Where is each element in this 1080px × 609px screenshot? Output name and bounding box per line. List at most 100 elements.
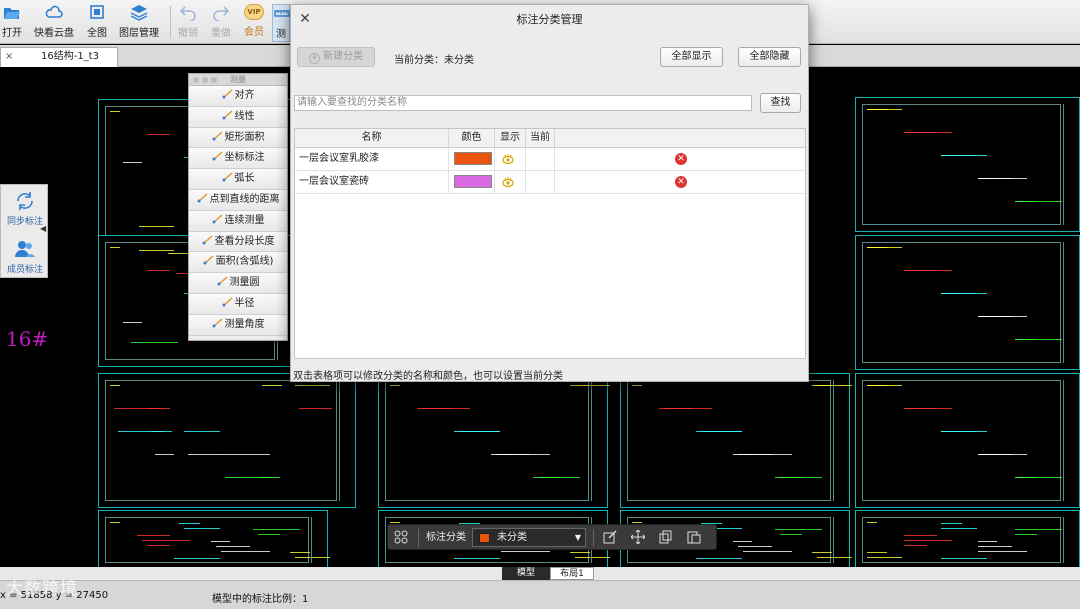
category-table: 名称 颜色 显示 当前 一层会议室乳胶漆 ✕ 一层会议室瓷砖 ✕ bbox=[294, 128, 806, 359]
measure-item-8[interactable]: 查看分段长度 bbox=[189, 231, 287, 253]
measure-button[interactable]: 测 bbox=[272, 4, 290, 42]
drawing-sheet bbox=[98, 373, 356, 508]
eye-visible-icon[interactable] bbox=[502, 177, 514, 188]
measure-item-1[interactable]: 对齐 bbox=[189, 86, 287, 107]
measure-item-label: 线性 bbox=[234, 110, 255, 122]
layers-icon bbox=[130, 5, 148, 21]
radius-icon bbox=[222, 295, 233, 307]
status-bar: x = 51858 y = 27450 模型中的标注比例：1 bbox=[0, 580, 1080, 609]
measure-item-3[interactable]: 矩形面积 bbox=[189, 127, 287, 149]
paste-icon[interactable] bbox=[686, 530, 702, 546]
category-color-cell[interactable] bbox=[449, 171, 495, 193]
drawing-sheet bbox=[855, 510, 1080, 567]
undo-button[interactable]: 撤销 bbox=[177, 4, 199, 42]
measure-item-label: 坐标标注 bbox=[224, 152, 265, 164]
search-button[interactable]: 查找 bbox=[760, 93, 801, 113]
annotation-category-dialog: 标注分类管理 ✕ + 新建分类 当前分类：未分类 全部显示 全部隐藏 请输入要查… bbox=[290, 4, 809, 382]
column-header-color: 颜色 bbox=[449, 129, 495, 148]
color-swatch[interactable] bbox=[454, 175, 492, 188]
segment-length-icon bbox=[202, 233, 213, 245]
document-tab[interactable]: × 16结构-1_t3 bbox=[0, 47, 118, 67]
tab-title: 16结构-1_t3 bbox=[41, 51, 99, 62]
category-color-cell[interactable] bbox=[449, 148, 495, 170]
measure-item-7[interactable]: 连续测量 bbox=[189, 210, 287, 232]
measure-item-label: 对齐 bbox=[234, 90, 255, 101]
table-row[interactable]: 一层会议室乳胶漆 ✕ bbox=[295, 148, 805, 171]
arc-length-icon bbox=[222, 170, 233, 182]
tab-close-icon[interactable]: × bbox=[5, 48, 13, 66]
tab-layout1[interactable]: 布局1 bbox=[550, 567, 594, 580]
layer-manager-button[interactable]: 图层管理 bbox=[119, 4, 159, 42]
close-icon[interactable]: ✕ bbox=[297, 11, 313, 27]
measure-item-10[interactable]: 测量圆 bbox=[189, 273, 287, 294]
measure-item-label: 弧长 bbox=[234, 173, 255, 185]
category-select[interactable]: 未分类 ▼ bbox=[472, 528, 586, 547]
current-category-value: 未分类 bbox=[444, 55, 474, 66]
tab-model[interactable]: 模型 bbox=[502, 567, 550, 580]
delete-category-icon[interactable]: ✕ bbox=[675, 153, 687, 165]
member-annotation-button[interactable]: 成员标注 bbox=[1, 239, 49, 275]
members-icon bbox=[15, 241, 35, 257]
point-line-distance-icon bbox=[197, 191, 208, 203]
edit-icon[interactable] bbox=[602, 530, 618, 546]
window-minimize-dot[interactable] bbox=[202, 77, 208, 83]
grid-menu-icon[interactable] bbox=[393, 530, 409, 546]
vip-button[interactable]: VIP 会员 bbox=[243, 4, 265, 42]
eye-visible-icon[interactable] bbox=[502, 154, 514, 165]
measure-panel-titlebar[interactable]: 测量 bbox=[189, 74, 287, 86]
measure-item-11[interactable]: 半径 bbox=[189, 293, 287, 315]
drawing-sheet bbox=[855, 235, 1080, 370]
redo-icon bbox=[213, 6, 230, 21]
color-swatch[interactable] bbox=[454, 152, 492, 165]
dropdown-arrow-icon: ▼ bbox=[574, 533, 581, 542]
category-name-cell[interactable]: 一层会议室瓷砖 bbox=[295, 171, 449, 193]
current-cell[interactable] bbox=[526, 148, 555, 170]
measure-item-label: 测量角度 bbox=[224, 318, 265, 330]
category-search-input[interactable]: 请输入要查找的分类名称 bbox=[294, 95, 752, 111]
cloud-disk-button[interactable]: 快看云盘 bbox=[34, 4, 74, 42]
measure-item-label: 面积(含弧线) bbox=[215, 256, 274, 268]
column-header-visible: 显示 bbox=[495, 129, 526, 148]
new-category-label: 新建分类 bbox=[323, 51, 364, 62]
measure-item-label: 测量圆 bbox=[229, 277, 260, 289]
undo-icon bbox=[179, 6, 196, 21]
table-row[interactable]: 一层会议室瓷砖 ✕ bbox=[295, 171, 805, 194]
measure-item-12[interactable]: 测量角度 bbox=[189, 314, 287, 336]
redo-button[interactable]: 重做 bbox=[210, 4, 232, 42]
current-cell[interactable] bbox=[526, 171, 555, 193]
collapse-panel-icon[interactable]: ◀ bbox=[40, 224, 48, 238]
measure-item-5[interactable]: 弧长 bbox=[189, 169, 287, 190]
visibility-cell[interactable] bbox=[495, 148, 526, 170]
window-close-dot[interactable] bbox=[193, 77, 199, 83]
watermark-text: 大数跨境 bbox=[6, 579, 78, 599]
open-button[interactable]: 打开 bbox=[1, 4, 23, 42]
measure-circle-icon bbox=[217, 274, 228, 286]
dialog-hint: 双击表格项可以修改分类的名称和颜色，也可以设置当前分类 bbox=[293, 371, 563, 382]
copy-icon[interactable] bbox=[658, 530, 674, 546]
delete-category-icon[interactable]: ✕ bbox=[675, 176, 687, 188]
measure-item-6[interactable]: 点到直线的距离 bbox=[189, 189, 287, 211]
table-header: 名称 颜色 显示 当前 bbox=[295, 129, 805, 148]
fit-view-button[interactable]: 全图 bbox=[86, 4, 108, 42]
visibility-cell[interactable] bbox=[495, 171, 526, 193]
show-all-button[interactable]: 全部显示 bbox=[660, 47, 723, 67]
drawing-sheet bbox=[855, 373, 1080, 508]
measure-item-4[interactable]: 坐标标注 bbox=[189, 148, 287, 170]
measure-panel: 测量 对齐线性矩形面积坐标标注弧长点到直线的距离 连续测量 查看分段长度面积(含弧线… bbox=[188, 73, 288, 341]
fit-view-icon bbox=[90, 5, 104, 19]
measure-item-9[interactable]: 面积(含弧线) bbox=[189, 252, 287, 274]
move-icon[interactable] bbox=[630, 529, 646, 546]
drawing-sheet bbox=[855, 97, 1080, 232]
canvas-annotation-text: 16# bbox=[6, 327, 49, 351]
toolbar-divider bbox=[170, 6, 171, 38]
rect-area-icon bbox=[212, 129, 223, 141]
window-zoom-dot[interactable] bbox=[211, 77, 217, 83]
measure-item-2[interactable]: 线性 bbox=[189, 106, 287, 128]
sync-annotation-button[interactable]: 同步标注 bbox=[1, 191, 49, 227]
measure-item-label: 半径 bbox=[234, 297, 255, 309]
hide-all-button[interactable]: 全部隐藏 bbox=[738, 47, 801, 67]
new-category-button[interactable]: + 新建分类 bbox=[297, 47, 375, 67]
category-name-cell[interactable]: 一层会议室乳胶漆 bbox=[295, 148, 449, 170]
current-category: 当前分类：未分类 bbox=[394, 51, 474, 66]
current-category-label: 当前分类： bbox=[394, 55, 444, 66]
